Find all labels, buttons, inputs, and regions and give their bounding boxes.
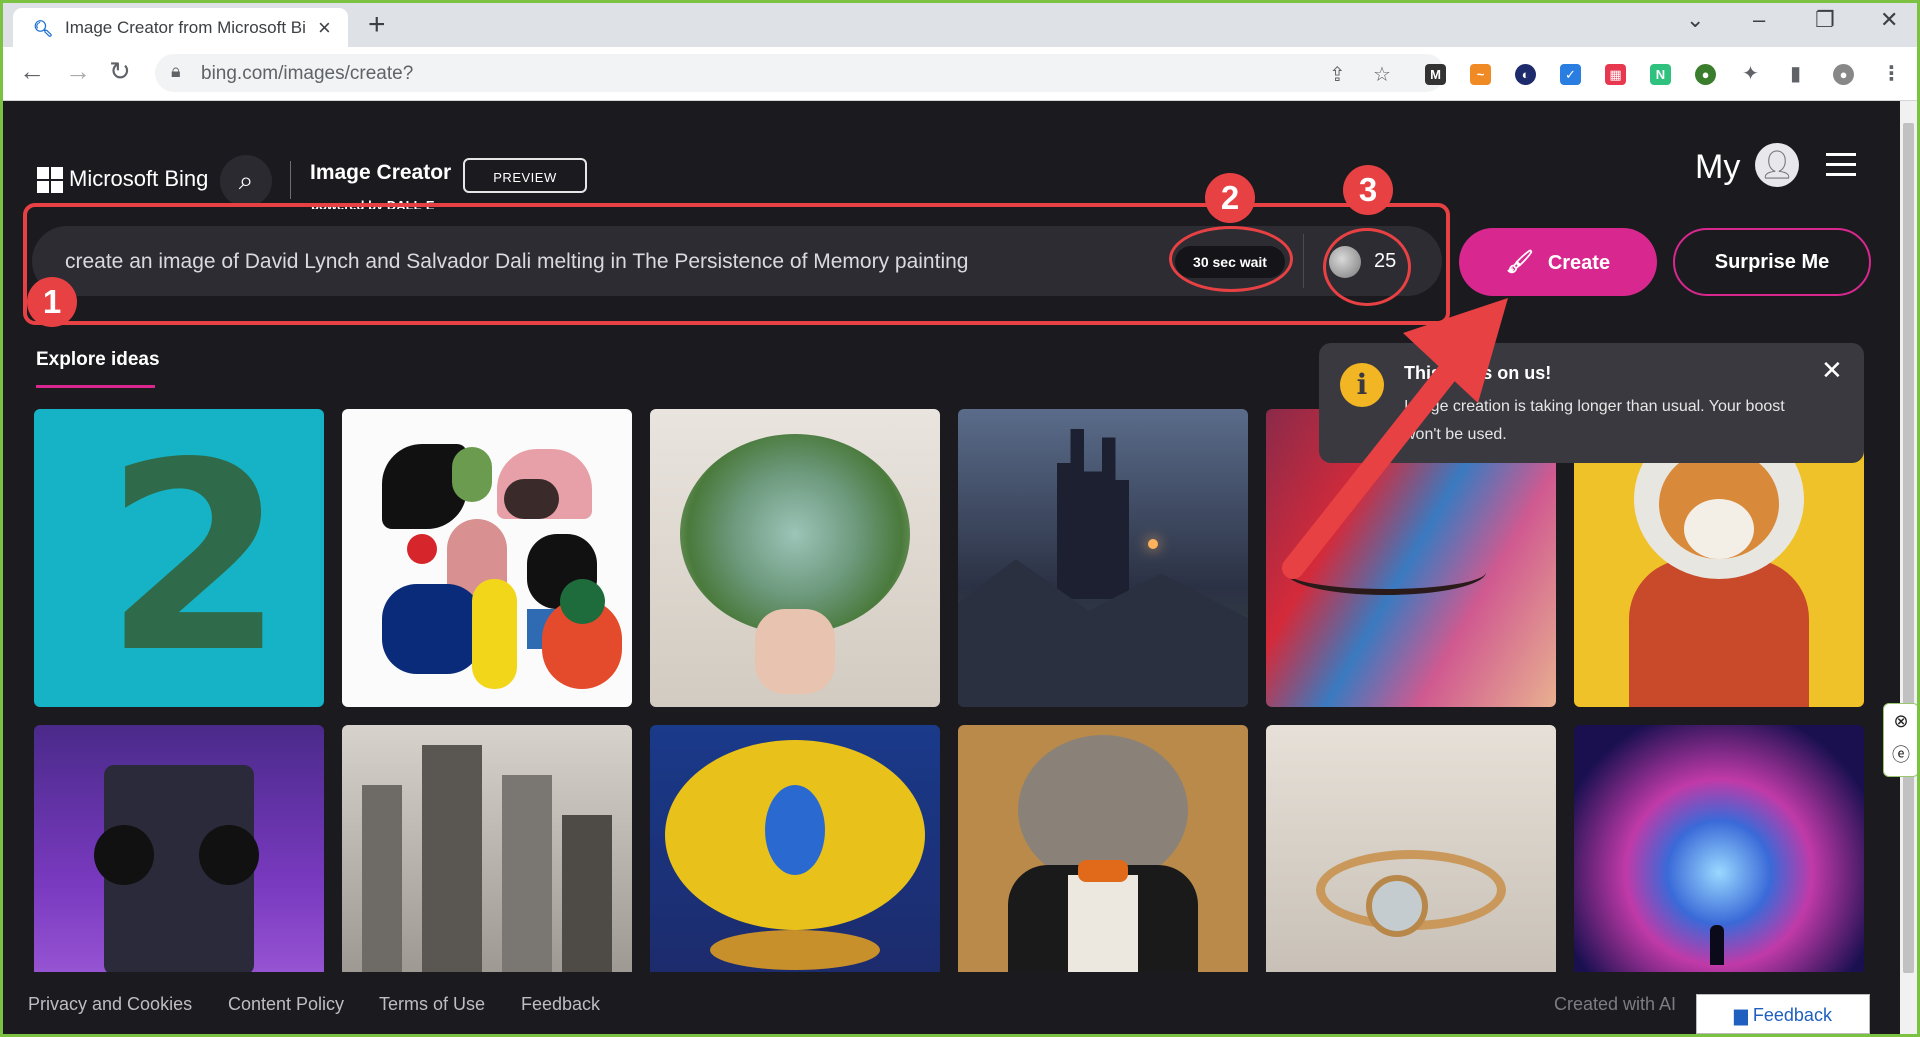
windows-logo-icon: [37, 167, 63, 193]
idea-tile-9[interactable]: [650, 725, 940, 993]
chart-extension-icon[interactable]: ~: [1470, 64, 1491, 85]
idea-tile-8[interactable]: [342, 725, 632, 993]
footer-link-content-policy[interactable]: Content Policy: [228, 994, 344, 1015]
tab-title: Image Creator from Microsoft Bi: [65, 18, 306, 37]
kebab-menu-icon[interactable]: ⋮: [1881, 64, 1902, 85]
created-with-ai-text: Created with AI: [1554, 994, 1677, 1014]
idea-tile-3[interactable]: [650, 409, 940, 707]
surprise-me-button[interactable]: Surprise Me: [1673, 228, 1871, 296]
back-icon[interactable]: ←: [19, 56, 45, 87]
tab-bar: 🔍︎ Image Creator from Microsoft Bi × + ⌄…: [3, 3, 1917, 47]
brand-name[interactable]: Microsoft Bing: [69, 166, 208, 192]
header-divider: [290, 161, 291, 199]
restore-icon[interactable]: ❐: [1815, 7, 1835, 33]
idea-tile-2[interactable]: [342, 409, 632, 707]
window-close-icon[interactable]: ✕: [1880, 7, 1898, 33]
create-button[interactable]: 🖌︎ Create: [1459, 228, 1657, 296]
chevron-down-icon[interactable]: ⌄: [1686, 7, 1704, 33]
my-label[interactable]: My: [1695, 148, 1740, 187]
explore-underline: [36, 385, 155, 388]
vertical-scrollbar[interactable]: [1900, 101, 1917, 1034]
globe-extension-icon[interactable]: ●: [1695, 64, 1716, 85]
footer-link-privacy[interactable]: Privacy and Cookies: [28, 994, 192, 1015]
new-tab-icon[interactable]: +: [368, 8, 386, 42]
puzzle-icon[interactable]: ✦: [1740, 64, 1761, 85]
footer-link-terms[interactable]: Terms of Use: [379, 994, 485, 1015]
sidepanel-icon[interactable]: ▮: [1785, 64, 1806, 85]
hamburger-menu-icon[interactable]: [1826, 153, 1856, 183]
annotation-arrow: [1282, 298, 1508, 579]
active-tab[interactable]: 🔍︎ Image Creator from Microsoft Bi ×: [13, 8, 348, 47]
reload-icon[interactable]: ↻: [109, 56, 131, 87]
minimize-icon[interactable]: –: [1753, 7, 1765, 33]
annotation-number-2: 2: [1205, 173, 1255, 223]
preview-badge: PREVIEW: [463, 158, 587, 193]
gmail-extension-icon[interactable]: M: [1425, 64, 1446, 85]
scrollbar-thumb[interactable]: [1903, 123, 1914, 973]
grid-extension-icon[interactable]: ▦: [1605, 64, 1626, 85]
search-icon[interactable]: ⌕: [220, 155, 272, 207]
lock-icon: 🔒︎: [171, 61, 181, 81]
profile-icon[interactable]: ●: [1833, 64, 1854, 85]
search-icon: 🔍︎: [33, 21, 54, 38]
annotation-number-1: 1: [27, 277, 77, 327]
footer-link-feedback[interactable]: Feedback: [521, 994, 600, 1015]
chat-icon: ▆: [1734, 1005, 1753, 1025]
forward-icon[interactable]: →: [65, 56, 91, 87]
url-text: bing.com/images/create?: [201, 63, 414, 84]
page-footer: Privacy and Cookies Content Policy Terms…: [3, 972, 1917, 1034]
browser-window: 🔍︎ Image Creator from Microsoft Bi × + ⌄…: [3, 3, 1917, 1034]
check-extension-icon[interactable]: ✓: [1560, 64, 1581, 85]
close-circle-icon[interactable]: ⊗: [1884, 704, 1917, 738]
explore-ideas-tab[interactable]: Explore ideas: [36, 349, 160, 371]
idea-tile-7[interactable]: [34, 725, 324, 993]
idea-tile-11[interactable]: [1266, 725, 1556, 993]
idea-tile-10[interactable]: [958, 725, 1248, 993]
edge-icon[interactable]: ⓔ: [1884, 738, 1917, 772]
n-extension-icon[interactable]: N: [1650, 64, 1671, 85]
idea-tile-4[interactable]: [958, 409, 1248, 707]
idea-tile-1[interactable]: 2: [34, 409, 324, 707]
fire-extension-icon[interactable]: ◐: [1515, 64, 1536, 85]
annotation-ellipse-wait: [1169, 226, 1293, 292]
close-icon[interactable]: ✕: [1821, 355, 1843, 386]
browser-toolbar: ← → ↻ 🔒︎ bing.com/images/create? ⇪ ☆ M ~…: [3, 47, 1917, 101]
address-bar[interactable]: 🔒︎ bing.com/images/create? ⇪ ☆: [155, 54, 1445, 92]
create-icon: 🖌︎: [1505, 249, 1534, 274]
page-title: Image Creator: [310, 161, 452, 184]
idea-tile-12[interactable]: [1574, 725, 1864, 993]
user-avatar-icon[interactable]: 👤︎: [1755, 143, 1799, 187]
side-tools: ⊗ ⓔ: [1883, 703, 1917, 777]
close-icon[interactable]: ×: [318, 15, 331, 41]
share-icon[interactable]: ⇪: [1329, 62, 1346, 87]
star-icon[interactable]: ☆: [1373, 62, 1391, 87]
annotation-number-3: 3: [1343, 165, 1393, 215]
feedback-button[interactable]: ▆ Feedback: [1696, 994, 1870, 1034]
